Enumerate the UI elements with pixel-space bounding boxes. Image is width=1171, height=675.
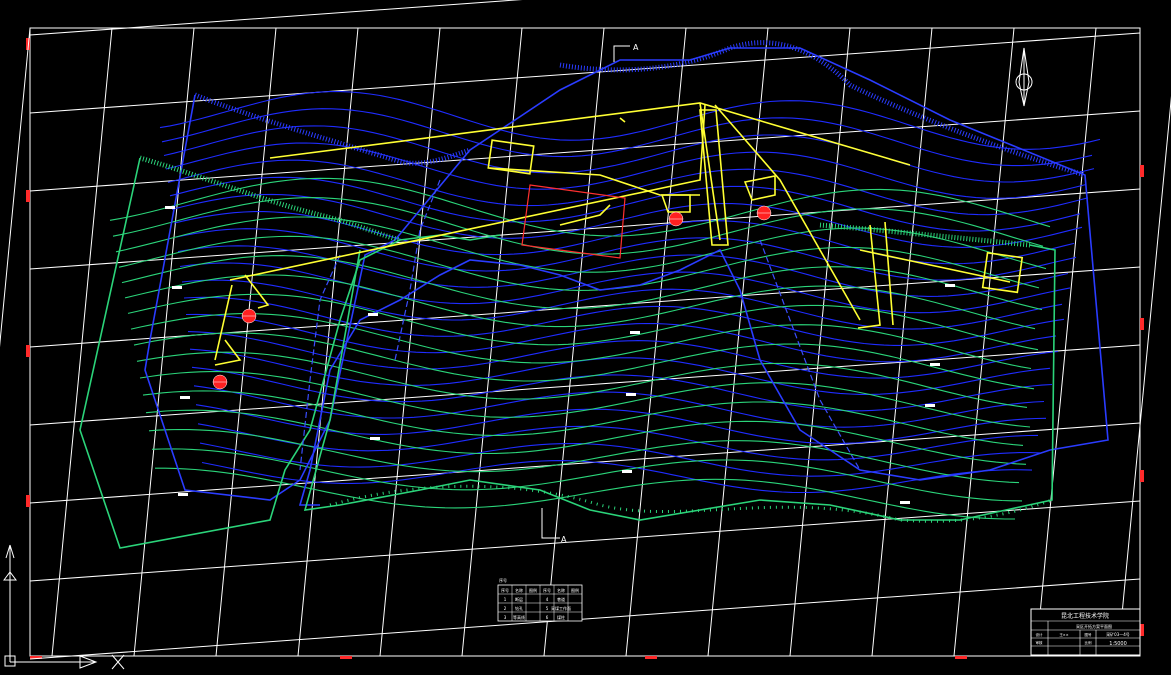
legend-cell: 采煤工作面 — [551, 605, 571, 611]
legend-cell: 5 — [546, 606, 549, 611]
legend-cell: 煤柱 — [557, 614, 565, 620]
legend-cell: 1 — [504, 597, 507, 602]
title-block-drawing-name: 采区开拓方案平面图 — [1076, 623, 1112, 629]
legend-cell: 等高线 — [513, 614, 525, 620]
legend-cell: 钻孔 — [515, 605, 523, 611]
title-block-sheet-value: 采矿03—4号 — [1106, 631, 1130, 637]
legend-cell: 6 — [546, 615, 549, 620]
drill-hole-icon — [756, 205, 772, 221]
legend-cell: 巷道 — [557, 596, 565, 602]
legend-cell: 2 — [504, 606, 507, 611]
legend-header-cell: 图例 — [529, 587, 537, 593]
title-block-row1-label: 设计 — [1036, 632, 1044, 637]
legend-cell: 4 — [546, 597, 549, 602]
title-block-row2-label: 审核 — [1036, 640, 1044, 645]
cad-drawing-canvas[interactable]: A A 序号 序号 名称 图例 序号 名称 图例1 断层 4 巷道2 钻孔 5 采煤工作面3 等高线 6 煤… — [0, 0, 1171, 675]
title-block-sheet-label: 图号 — [1085, 632, 1093, 637]
legend-header-cell: 序号 — [501, 587, 509, 593]
legend-header-cell: 图例 — [571, 587, 579, 593]
title-block-scale-value: 1:5000 — [1109, 641, 1127, 647]
title-block-title: 昆北工程技术学院 — [1061, 612, 1109, 620]
legend-header-cell: 名称 — [515, 587, 523, 593]
legend-header-cell: 名称 — [557, 587, 565, 593]
legend-cell: 断层 — [515, 596, 523, 602]
title-block-scale-label: 比例 — [1085, 640, 1093, 645]
legend-header-cell: 序号 — [543, 587, 551, 593]
section-marker-bottom: A — [561, 535, 567, 544]
section-marker-top: A — [633, 43, 639, 52]
legend-cell: 3 — [504, 615, 507, 620]
title-block-row1-value: 王×× — [1059, 633, 1068, 637]
title-block: 昆北工程技术学院 采区开拓方案平面图 设计 王×× 审核 图号 采矿03—4号 … — [1030, 608, 1141, 656]
legend-table-header: 序号 — [499, 577, 507, 583]
drill-hole-icon — [241, 308, 257, 324]
drill-hole-icon — [668, 211, 684, 227]
drill-hole-icon — [212, 374, 228, 390]
